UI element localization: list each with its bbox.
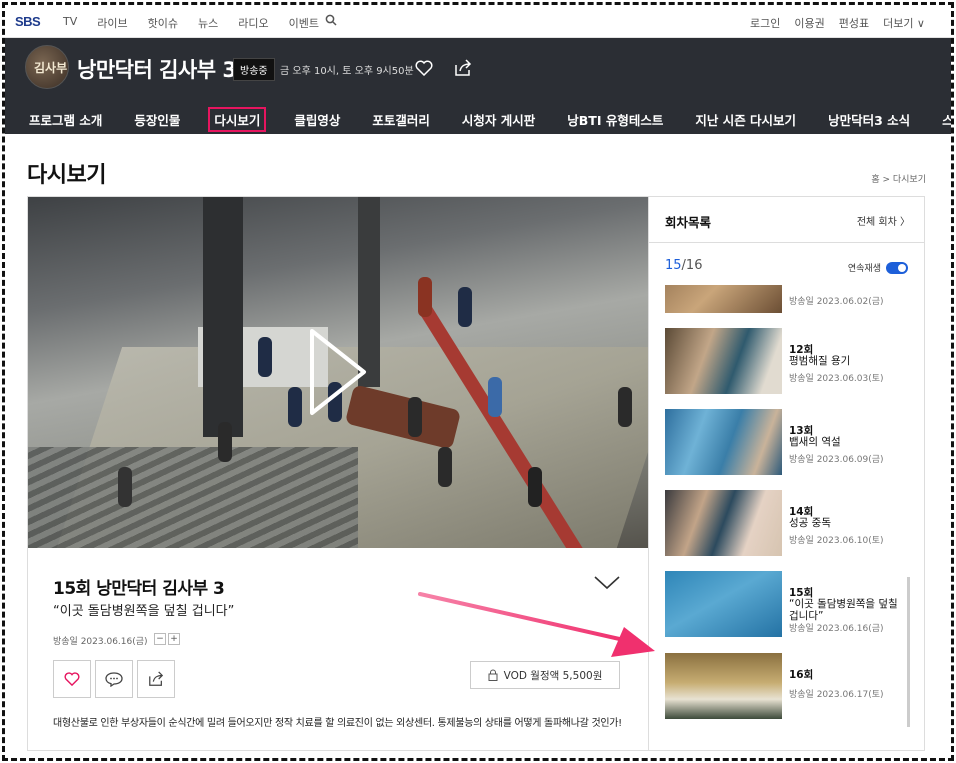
play-icon[interactable] [308,327,368,417]
autoplay-label: 연속재생 [847,264,881,274]
global-nav: SBS TV 라이브 핫이슈 뉴스 라디오 이벤트 로그인 이용권 편성표 더보… [5,5,951,38]
all-episodes-link[interactable]: 전체 회차 〉 [857,213,910,228]
episode-thumbnail [665,409,782,475]
episode-item-11[interactable]: 방송일 2023.06.02(금) [665,285,905,313]
episode-thumbnail [665,653,782,719]
episode-name: 성공 중독 [789,517,831,529]
nav-bti-test[interactable]: 낭BTI 유형테스트 [563,108,667,132]
episode-name: “이곳 돌담병원쪽을 덮칠 겁니다” [789,598,898,622]
episode-list-header: 회차목록 전체 회차 〉 [649,197,924,243]
gnb-item-news[interactable]: 뉴스 [198,15,218,31]
episode-item-15[interactable]: 15회 “이곳 돌담병원쪽을 덮칠 겁니다” 방송일 2023.06.16(금) [665,571,905,637]
episode-list-scrollbar[interactable] [907,577,910,727]
nav-sbs-noriter[interactable]: 스브스노리터 [938,108,951,132]
like-button[interactable] [53,660,91,698]
episode-date: 방송일 2023.06.10(토) [789,536,884,546]
gnb-item-radio[interactable]: 라디오 [238,15,268,31]
episode-info: 15회 낭만닥터 김사부 3 “이곳 돌담병원쪽을 덮칠 겁니다” 방송일 20… [28,548,648,751]
heart-icon[interactable] [415,60,433,76]
screenshot-frame: SBS TV 라이브 핫이슈 뉴스 라디오 이벤트 로그인 이용권 편성표 더보… [2,2,954,761]
pass-link[interactable]: 이용권 [794,15,824,31]
search-icon[interactable] [325,14,337,26]
episode-thumbnail [665,328,782,394]
total-episodes: /16 [681,258,703,273]
share-icon[interactable] [453,59,473,77]
sbs-logo[interactable]: SBS [15,14,41,29]
nav-viewer-board[interactable]: 시청자 게시판 [458,108,539,132]
episode-synopsis: 대형산불로 인한 부상자들이 순식간에 밀려 들어오지만 정작 치료를 할 의료… [53,718,622,729]
episode-thumbnail [665,285,782,313]
font-increase-button[interactable]: + [168,633,180,645]
comment-button[interactable] [95,660,133,698]
comment-icon [105,672,123,687]
nav-photo-gallery[interactable]: 포토갤러리 [368,108,434,132]
more-menu[interactable]: 더보기 ∨ [883,15,925,31]
gnb-item-event[interactable]: 이벤트 [289,15,319,31]
episode-item-13[interactable]: 13회 뱁새의 역설 방송일 2023.06.09(금) [665,409,905,475]
episode-item-16[interactable]: 16회 방송일 2023.06.17(토) [665,653,905,719]
global-menu: TV 라이브 핫이슈 뉴스 라디오 이벤트 [63,15,339,31]
login-link[interactable]: 로그인 [750,15,780,31]
font-decrease-button[interactable]: − [154,633,166,645]
episode-thumbnail [665,571,782,637]
broadcast-schedule: 금 오후 10시, 토 오후 9시50분 [280,66,414,77]
nav-news[interactable]: 낭만닥터3 소식 [824,108,914,132]
program-title[interactable]: 낭만닥터 김사부 3 [77,54,237,84]
autoplay-control: 연속재생 [848,261,908,274]
account-menu: 로그인 이용권 편성표 더보기 ∨ [736,15,925,31]
program-logo-text: 김사부 [34,61,68,75]
episode-date: 방송일 2023.06.02(금) [789,297,884,307]
episode-date: 방송일 2023.06.09(금) [789,455,884,465]
autoplay-toggle[interactable] [886,261,908,274]
lock-icon [488,669,498,681]
episode-thumbnail [665,490,782,556]
onair-badge: 방송중 [233,58,275,81]
episode-subtitle: “이곳 돌담병원쪽을 덮칠 겁니다” [53,604,235,619]
vod-label: VOD 월정액 5,500원 [503,669,603,682]
chevron-down-icon[interactable] [594,576,620,590]
episode-title: 15회 낭만닥터 김사부 3 [53,579,225,599]
gnb-item-hot[interactable]: 핫이슈 [148,15,178,31]
share-button[interactable] [137,660,175,698]
episode-date: 방송일 2023.06.03(토) [789,374,884,384]
share-icon [149,671,164,686]
current-episode: 15 [665,258,682,273]
vod-subscription-button[interactable]: VOD 월정액 5,500원 [470,661,620,689]
episode-list-title: 회차목록 [665,215,712,230]
episode-date: 방송일 2023.06.17(토) [789,690,884,700]
heart-icon [64,672,80,686]
episode-list: 방송일 2023.06.02(금) 12회 평범해질 용기 방송일 2023.0… [649,285,924,730]
replay-content: 15회 낭만닥터 김사부 3 “이곳 돌담병원쪽을 덮칠 겁니다” 방송일 20… [27,196,925,751]
nav-characters[interactable]: 등장인물 [130,108,184,132]
program-nav: 프로그램 소개 등장인물 다시보기 클립영상 포토갤러리 시청자 게시판 낭BT… [25,107,951,132]
gnb-item-tv[interactable]: TV [63,15,77,31]
episode-date: 방송일 2023.06.16(금) [789,624,884,634]
breadcrumb: 홈 > 다시보기 [871,175,926,185]
video-player[interactable] [28,197,648,548]
episode-name: 뱁새의 역설 [789,436,841,448]
program-header: 김사부 낭만닥터 김사부 3 방송중 금 오후 10시, 토 오후 9시50분 … [5,38,951,134]
episode-item-14[interactable]: 14회 성공 중독 방송일 2023.06.10(토) [665,490,905,556]
program-logo[interactable]: 김사부 [25,45,69,89]
episode-list-panel: 회차목록 전체 회차 〉 15/16 연속재생 방송일 2023.06.02(금… [648,197,924,750]
gnb-item-live[interactable]: 라이브 [97,15,127,31]
schedule-link[interactable]: 편성표 [839,15,869,31]
nav-program-intro[interactable]: 프로그램 소개 [25,108,106,132]
nav-replay[interactable]: 다시보기 [208,107,267,132]
episode-item-12[interactable]: 12회 평범해질 용기 방송일 2023.06.03(토) [665,328,905,394]
nav-past-season[interactable]: 지난 시즌 다시보기 [691,108,800,132]
episode-date: 방송일 2023.06.16(금) [53,637,148,647]
episode-counter: 15/16 [665,258,702,273]
page-title: 다시보기 [27,163,106,188]
episode-name: 평범해질 용기 [789,355,851,367]
episode-number: 16회 [789,669,814,681]
nav-clips[interactable]: 클립영상 [290,108,344,132]
